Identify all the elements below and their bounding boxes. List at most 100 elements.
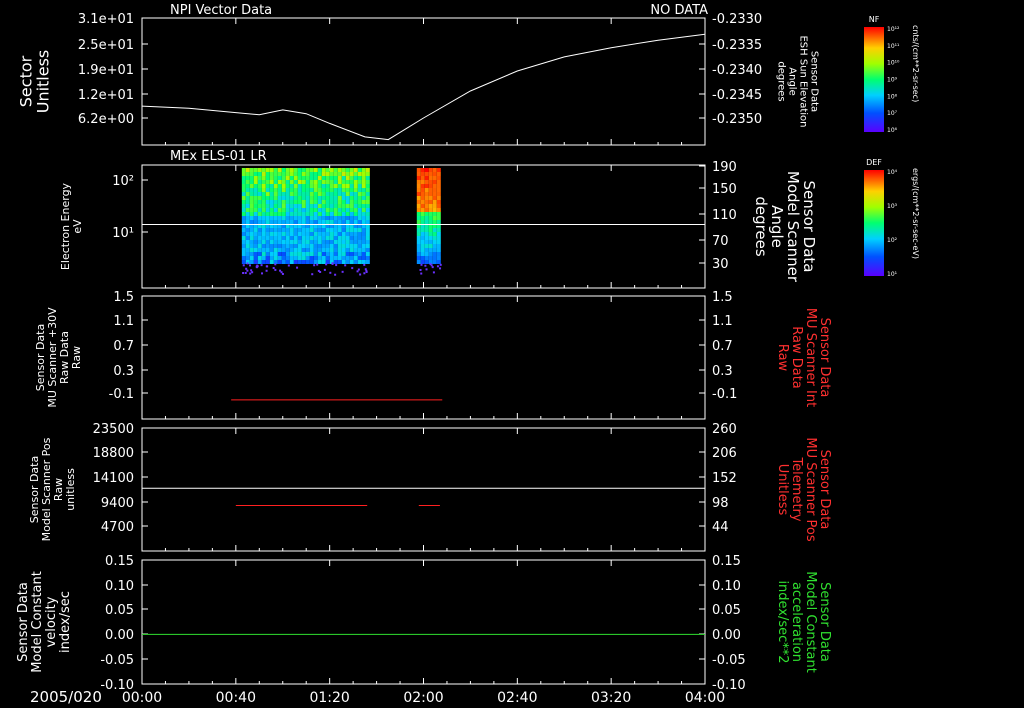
spectrogram-cell [289, 256, 294, 260]
spectrogram-cell [341, 204, 346, 208]
spectrogram-cell [341, 180, 346, 184]
spectrogram-cell [245, 256, 250, 260]
spectrogram-speck [431, 266, 434, 269]
spectrogram-cell [325, 244, 330, 248]
spectrogram-cell [289, 220, 294, 224]
spectrogram-cell [329, 248, 334, 252]
spectrogram-cell [273, 200, 278, 204]
spectrogram-cell [420, 212, 425, 216]
spectrogram-cell [253, 260, 258, 264]
panel-3-left-tick-4: -0.1 [109, 387, 134, 402]
spectrogram-cell [257, 260, 262, 264]
spectrogram-cell [337, 252, 342, 256]
spectrogram-cell [325, 228, 330, 232]
panel-3-right-tick-0: 1.5 [712, 290, 733, 305]
spectrogram-cell [277, 240, 282, 244]
spectrogram-cell [313, 252, 318, 256]
spectrogram-cell [341, 200, 346, 204]
spectrogram-cell [305, 192, 310, 196]
colorbar-def-tick-3: 10¹ [887, 271, 898, 278]
spectrogram-speck [425, 268, 428, 271]
spectrogram-cell [424, 172, 429, 176]
spectrogram-cell [357, 260, 362, 264]
spectrogram-cell [345, 188, 350, 192]
spectrogram-cell [424, 232, 429, 236]
spectrogram-cell [432, 216, 437, 220]
spectrogram-cell [349, 168, 354, 172]
spectrogram-cell [329, 184, 334, 188]
spectrogram-cell [241, 216, 246, 220]
spectrogram-cell [365, 212, 370, 216]
spectrogram-cell [277, 260, 282, 264]
spectrogram-cell [305, 180, 310, 184]
spectrogram-cell [353, 176, 358, 180]
spectrogram-cell [277, 184, 282, 188]
spectrogram-cell [245, 248, 250, 252]
spectrogram-cell [265, 260, 270, 264]
spectrogram-cell [432, 220, 437, 224]
spectrogram-cell [325, 188, 330, 192]
spectrogram-cell [345, 256, 350, 260]
spectrogram-cell [436, 252, 441, 256]
colorbar-nf-units: cnts/(cm**2-sr-sec) [911, 25, 920, 102]
spectrogram-cell [416, 212, 421, 216]
spectrogram-cell [269, 220, 274, 224]
spectrogram-cell [297, 204, 302, 208]
spectrogram-cell [253, 176, 258, 180]
spectrogram-cell [321, 216, 326, 220]
spectrogram-cell [297, 236, 302, 240]
spectrogram-cell [245, 184, 250, 188]
spectrogram-cell [341, 196, 346, 200]
spectrogram-cell [269, 204, 274, 208]
spectrogram-cell [281, 256, 286, 260]
spectrogram-cell [265, 232, 270, 236]
spectrogram-cell [341, 256, 346, 260]
spectrogram-cell [357, 208, 362, 212]
spectrogram-cell [361, 256, 366, 260]
spectrogram-cell [357, 188, 362, 192]
spectrogram-cell [305, 188, 310, 192]
spectrogram-cell [257, 228, 262, 232]
spectrogram-cell [325, 256, 330, 260]
spectrogram-cell [333, 212, 338, 216]
spectrogram-cell [333, 196, 338, 200]
spectrogram-cell [432, 200, 437, 204]
spectrogram-cell [289, 188, 294, 192]
spectrogram-cell [353, 172, 358, 176]
spectrogram-cell [241, 228, 246, 232]
spectrogram-cell [341, 184, 346, 188]
panel-2-right-tick-0: 190 [712, 160, 737, 175]
spectrogram-cell [365, 172, 370, 176]
spectrogram-cell [337, 212, 342, 216]
spectrogram-cell [281, 232, 286, 236]
spectrogram-cell [436, 176, 441, 180]
spectrogram-cell [349, 208, 354, 212]
spectrogram-cell [337, 176, 342, 180]
spectrogram-cell [329, 204, 334, 208]
spectrogram-cell [277, 232, 282, 236]
panel-3-right-tick-3: 0.3 [712, 364, 733, 379]
panel-5-right-tick-4: -0.05 [712, 653, 746, 668]
spectrogram-cell [416, 188, 421, 192]
spectrogram-cell [420, 192, 425, 196]
spectrogram-cell [257, 248, 262, 252]
spectrogram-cell [349, 256, 354, 260]
spectrogram-cell [297, 176, 302, 180]
spectrogram-cell [301, 200, 306, 204]
spectrogram-cell [309, 188, 314, 192]
spectrogram-cell [269, 232, 274, 236]
panel-4-right-tick-3: 98 [712, 496, 729, 511]
panel-4-right-tick-0: 260 [712, 422, 737, 437]
colorbar-def-tick-1: 10³ [887, 203, 898, 210]
panel-2-right-tick-1: 150 [712, 182, 737, 197]
spectrogram-cell [333, 168, 338, 172]
spectrogram-cell [257, 256, 262, 260]
panel-2-right-tick-3: 70 [712, 234, 729, 249]
spectrogram-cell [337, 260, 342, 264]
spectrogram-cell [305, 212, 310, 216]
spectrogram-cell [424, 256, 429, 260]
spectrogram-cell [281, 184, 286, 188]
spectrogram-cell [277, 220, 282, 224]
spectrogram-cell [249, 192, 254, 196]
panel-1-frame [141, 17, 706, 146]
